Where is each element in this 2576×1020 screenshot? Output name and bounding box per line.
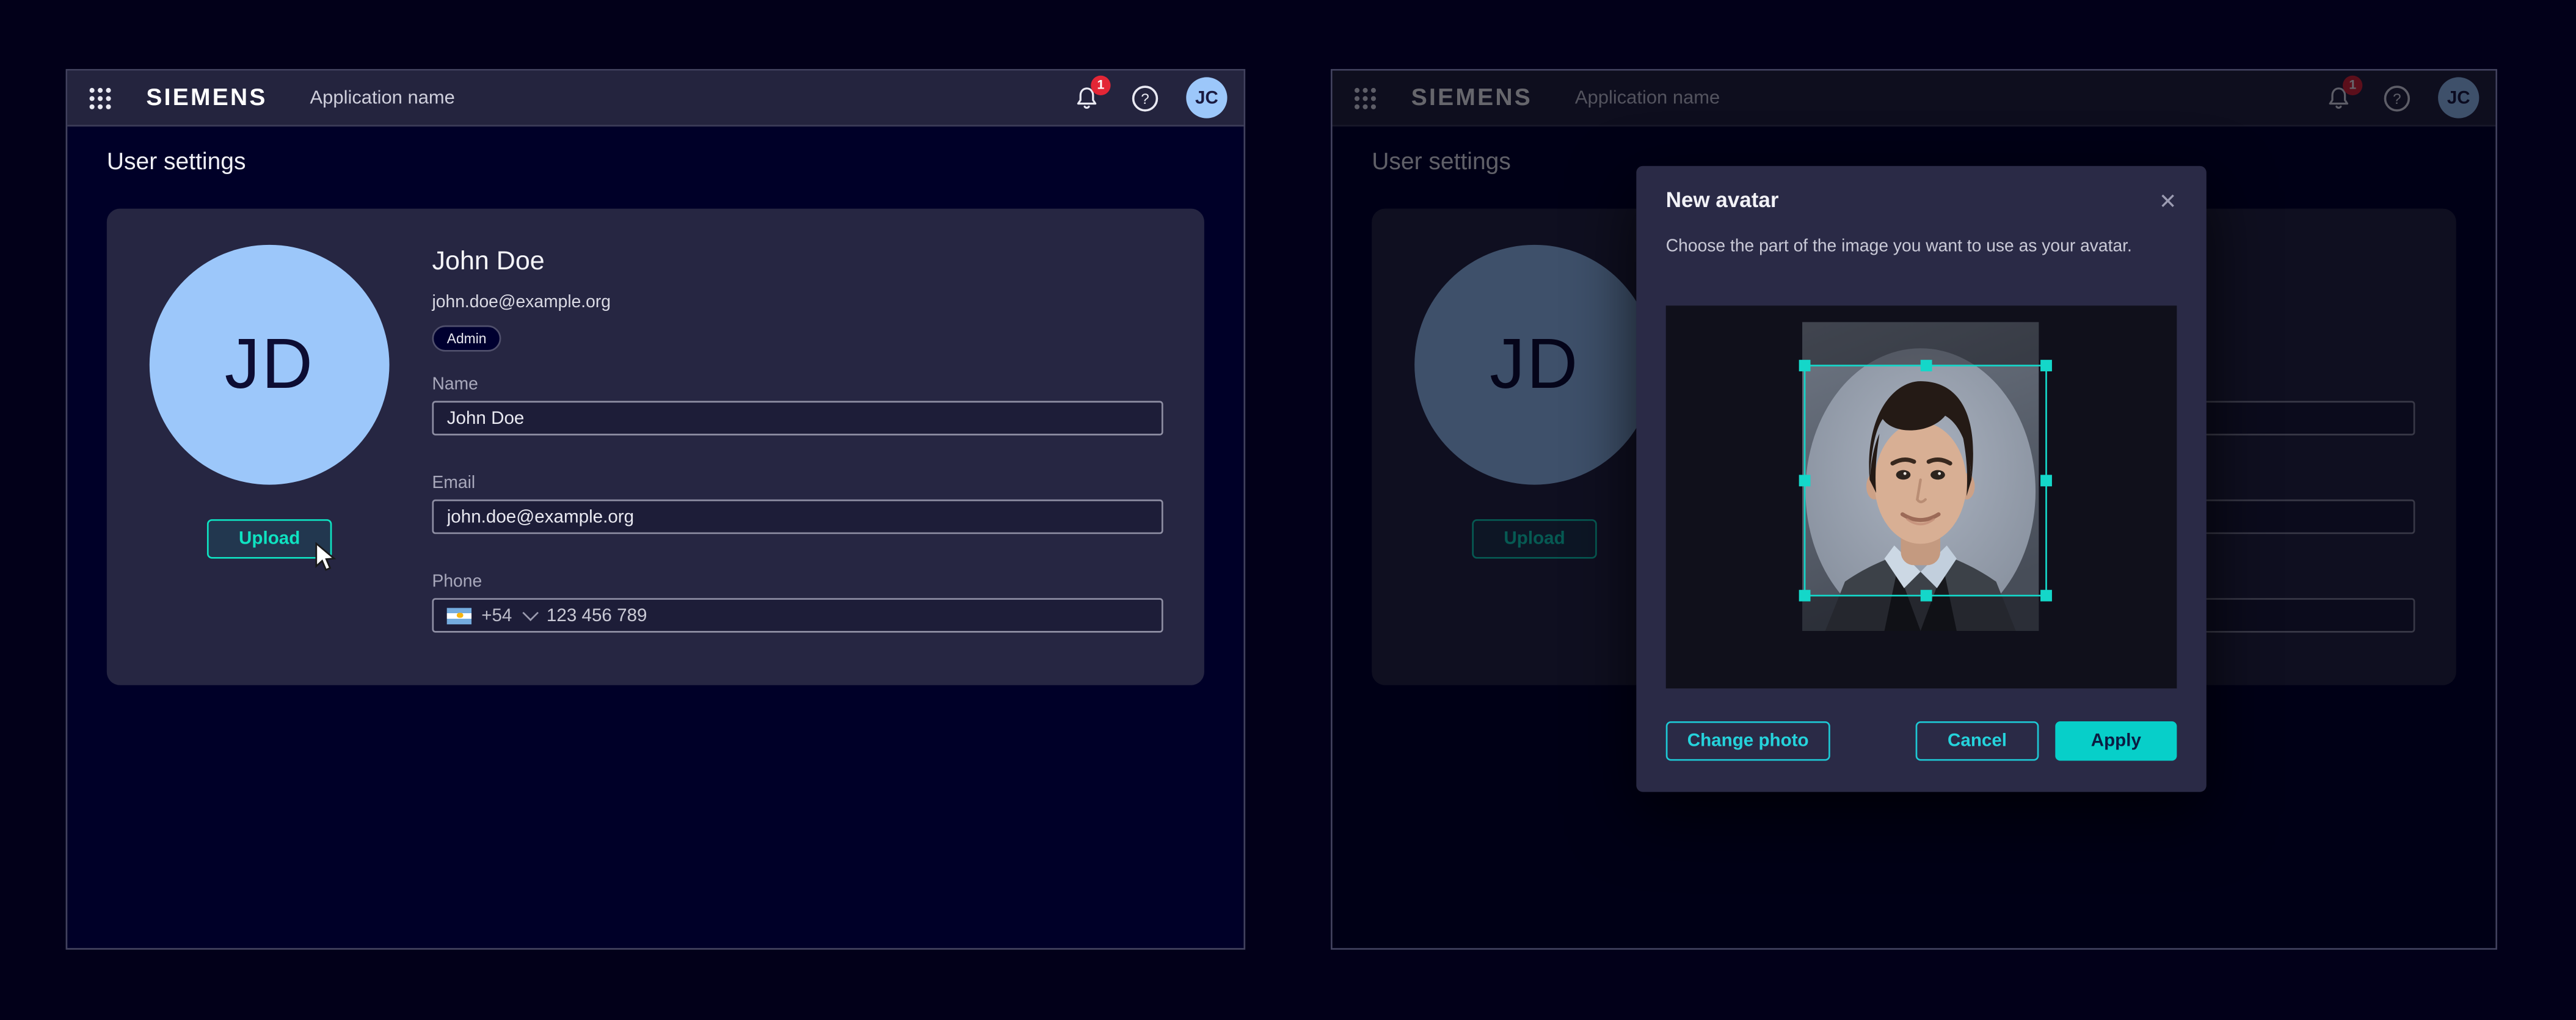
upload-button[interactable]: Upload bbox=[207, 519, 332, 559]
siemens-logo: SIEMENS bbox=[146, 85, 267, 111]
app-header: SIEMENS Application name 1 ? JC bbox=[67, 71, 1243, 126]
help-circle-icon: ? bbox=[1130, 83, 1160, 112]
crop-handle-ne[interactable] bbox=[2040, 360, 2052, 371]
application-name: Application name bbox=[310, 88, 455, 107]
phone-input[interactable]: +54 123 456 789 bbox=[432, 598, 1163, 632]
change-photo-button[interactable]: Change photo bbox=[1666, 721, 1830, 761]
profile-name: John Doe bbox=[432, 248, 1163, 277]
mouse-cursor-icon bbox=[314, 542, 337, 572]
crop-handle-se[interactable] bbox=[2040, 590, 2052, 602]
crop-handle-nw[interactable] bbox=[1799, 360, 1811, 371]
crop-dim-bottom bbox=[1802, 597, 2039, 631]
role-badge: Admin bbox=[432, 326, 501, 352]
crop-selection-box[interactable] bbox=[1804, 365, 2047, 596]
dial-code-select[interactable]: +54 bbox=[481, 605, 512, 625]
phone-field-row: Phone +54 123 456 789 bbox=[432, 572, 1163, 633]
phone-label: Phone bbox=[432, 572, 1163, 591]
apply-button[interactable]: Apply bbox=[2055, 721, 2177, 761]
help-button[interactable]: ? bbox=[1130, 83, 1160, 112]
user-settings-window: SIEMENS Application name 1 ? JC User set… bbox=[66, 69, 1245, 950]
phone-number-value: 123 456 789 bbox=[547, 605, 647, 625]
chevron-down-icon bbox=[522, 605, 538, 621]
profile-email: john.doe@example.org bbox=[432, 293, 1163, 312]
user-avatar-button[interactable]: JC bbox=[1186, 77, 1227, 118]
notifications-button[interactable]: 1 bbox=[1069, 81, 1102, 114]
crop-handle-n[interactable] bbox=[1919, 360, 1931, 371]
profile-avatar: JD bbox=[150, 245, 390, 485]
modal-description: Choose the part of the image you want to… bbox=[1666, 235, 2159, 258]
profile-info: John Doe john.doe@example.org Admin bbox=[432, 248, 1163, 351]
new-avatar-modal: New avatar ✕ Choose the part of the imag… bbox=[1636, 166, 2206, 792]
crop-dim-top bbox=[1802, 322, 2039, 365]
profile-card: JD Upload John Doe john.doe@example.org … bbox=[107, 209, 1204, 685]
avatar-crop-area bbox=[1666, 305, 2177, 688]
email-input[interactable] bbox=[432, 500, 1163, 534]
modal-header: New avatar ✕ bbox=[1636, 166, 2206, 216]
screenshot-canvas: SIEMENS Application name 1 ? JC User set… bbox=[0, 0, 2576, 1020]
modal-button-row: Change photo Cancel Apply bbox=[1666, 721, 2177, 761]
crop-handle-w[interactable] bbox=[1799, 475, 1811, 486]
name-label: Name bbox=[432, 374, 1163, 394]
notification-count-badge: 1 bbox=[1091, 75, 1110, 94]
cancel-button[interactable]: Cancel bbox=[1916, 721, 2039, 761]
email-label: Email bbox=[432, 473, 1163, 493]
crop-handle-e[interactable] bbox=[2040, 475, 2052, 486]
argentina-flag-icon bbox=[447, 607, 471, 624]
name-field-row: Name bbox=[432, 374, 1163, 435]
stage: SIEMENS Application name 1 ? JC User set… bbox=[0, 0, 2576, 1020]
profile-form: Name Email Phone +54 123 456 789 bbox=[432, 374, 1163, 670]
user-settings-window-dimmed: SIEMENS Application name 1 ? JC User set… bbox=[1331, 69, 2497, 950]
modal-title: New avatar bbox=[1666, 188, 1779, 212]
name-input[interactable] bbox=[432, 401, 1163, 435]
email-field-row: Email bbox=[432, 473, 1163, 534]
close-icon[interactable]: ✕ bbox=[2152, 188, 2183, 216]
app-launcher-icon[interactable] bbox=[87, 85, 114, 111]
crop-handle-s[interactable] bbox=[1919, 590, 1931, 602]
crop-handle-sw[interactable] bbox=[1799, 590, 1811, 602]
page-title: User settings bbox=[107, 150, 246, 176]
svg-text:?: ? bbox=[1141, 90, 1149, 107]
